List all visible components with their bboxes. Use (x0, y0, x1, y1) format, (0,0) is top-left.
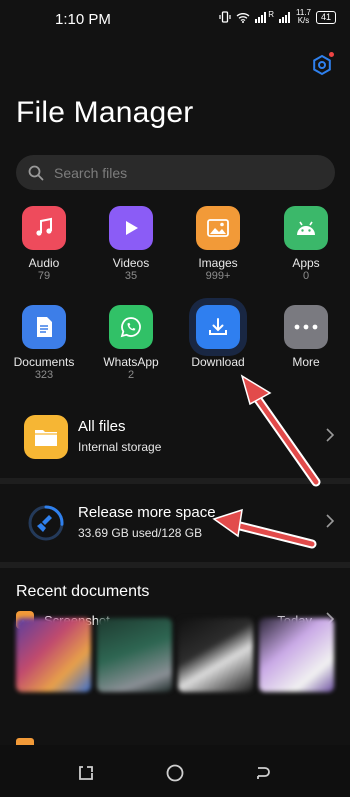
thumbnail[interactable] (259, 618, 334, 692)
chevron-right-icon (326, 514, 334, 528)
all-files-card[interactable]: All files Internal storage (0, 398, 350, 478)
chevron-right-icon (326, 428, 334, 442)
category-apps[interactable]: Apps 0 (271, 206, 341, 283)
category-label: Download (191, 355, 245, 369)
wifi-icon (236, 12, 250, 23)
divider (0, 562, 350, 568)
category-label: WhatsApp (103, 355, 159, 369)
roaming-tag: R (268, 9, 274, 19)
notification-dot (329, 52, 334, 57)
category-tile (109, 305, 153, 349)
category-count: 999+ (205, 270, 231, 282)
broom-icon (28, 505, 64, 541)
back-icon[interactable] (255, 765, 271, 781)
network-speed: 11.7 K/s (296, 8, 311, 25)
document-icon (37, 317, 52, 337)
category-label: More (292, 355, 320, 369)
all-files-title: All files (78, 418, 126, 435)
category-count: 0 (302, 270, 310, 282)
category-tile (196, 206, 240, 250)
category-download[interactable]: Download (183, 305, 253, 369)
search-input[interactable] (52, 163, 296, 182)
category-count: 79 (37, 270, 51, 282)
category-tile (196, 305, 240, 349)
vibrate-icon (219, 11, 231, 23)
thumbnail[interactable] (16, 618, 91, 692)
category-label: Videos (112, 256, 150, 270)
gear-icon (313, 54, 331, 76)
category-tile (22, 206, 66, 250)
music-note-icon (36, 217, 52, 236)
battery-icon: 41 (315, 10, 336, 24)
category-tile (109, 206, 153, 250)
category-count: 323 (34, 369, 54, 381)
search-bar[interactable] (16, 155, 335, 190)
category-count: 35 (124, 270, 138, 282)
page-title: File Manager (16, 96, 194, 129)
category-label: Images (198, 256, 238, 270)
category-tile (284, 305, 328, 349)
play-icon (126, 221, 138, 235)
thumbnail[interactable] (97, 618, 172, 692)
thumbnail[interactable] (178, 618, 253, 692)
release-space-title: Release more space (78, 504, 216, 521)
settings-button[interactable] (311, 52, 334, 76)
recent-apps-icon[interactable] (78, 765, 94, 781)
all-files-tile (24, 415, 68, 459)
status-icons: R 11.7 K/s 41 (219, 9, 336, 25)
category-documents[interactable]: Documents 323 (9, 305, 79, 382)
category-count: 2 (127, 369, 135, 381)
download-icon (209, 318, 227, 335)
release-space-subtitle: 33.69 GB used/128 GB (78, 526, 203, 540)
android-icon (297, 221, 315, 235)
category-label: Documents (13, 355, 75, 369)
category-tile (284, 206, 328, 250)
folder-icon (35, 430, 57, 446)
release-space-card[interactable]: Release more space 33.69 GB used/128 GB (0, 484, 350, 564)
category-more[interactable]: More (271, 305, 341, 369)
home-icon[interactable] (166, 764, 184, 782)
category-videos[interactable]: Videos 35 (96, 206, 166, 283)
category-whatsapp[interactable]: WhatsApp 2 (96, 305, 166, 382)
storage-ring (24, 501, 68, 545)
recent-documents-title: Recent documents (16, 583, 150, 600)
category-label: Apps (292, 256, 320, 270)
whatsapp-icon (120, 317, 141, 338)
more-dots-icon (294, 324, 318, 330)
search-icon (28, 165, 44, 180)
category-tile (22, 305, 66, 349)
recent-thumbnails (16, 618, 334, 692)
category-label: Audio (28, 256, 60, 270)
category-audio[interactable]: Audio 79 (9, 206, 79, 283)
all-files-subtitle: Internal storage (78, 440, 162, 454)
status-time: 1:10 PM (55, 11, 111, 28)
navigation-bar (0, 745, 350, 797)
signal-2-icon (279, 11, 290, 23)
category-images[interactable]: Images 999+ (183, 206, 253, 283)
signal-icon (255, 11, 267, 23)
image-icon (207, 219, 229, 237)
